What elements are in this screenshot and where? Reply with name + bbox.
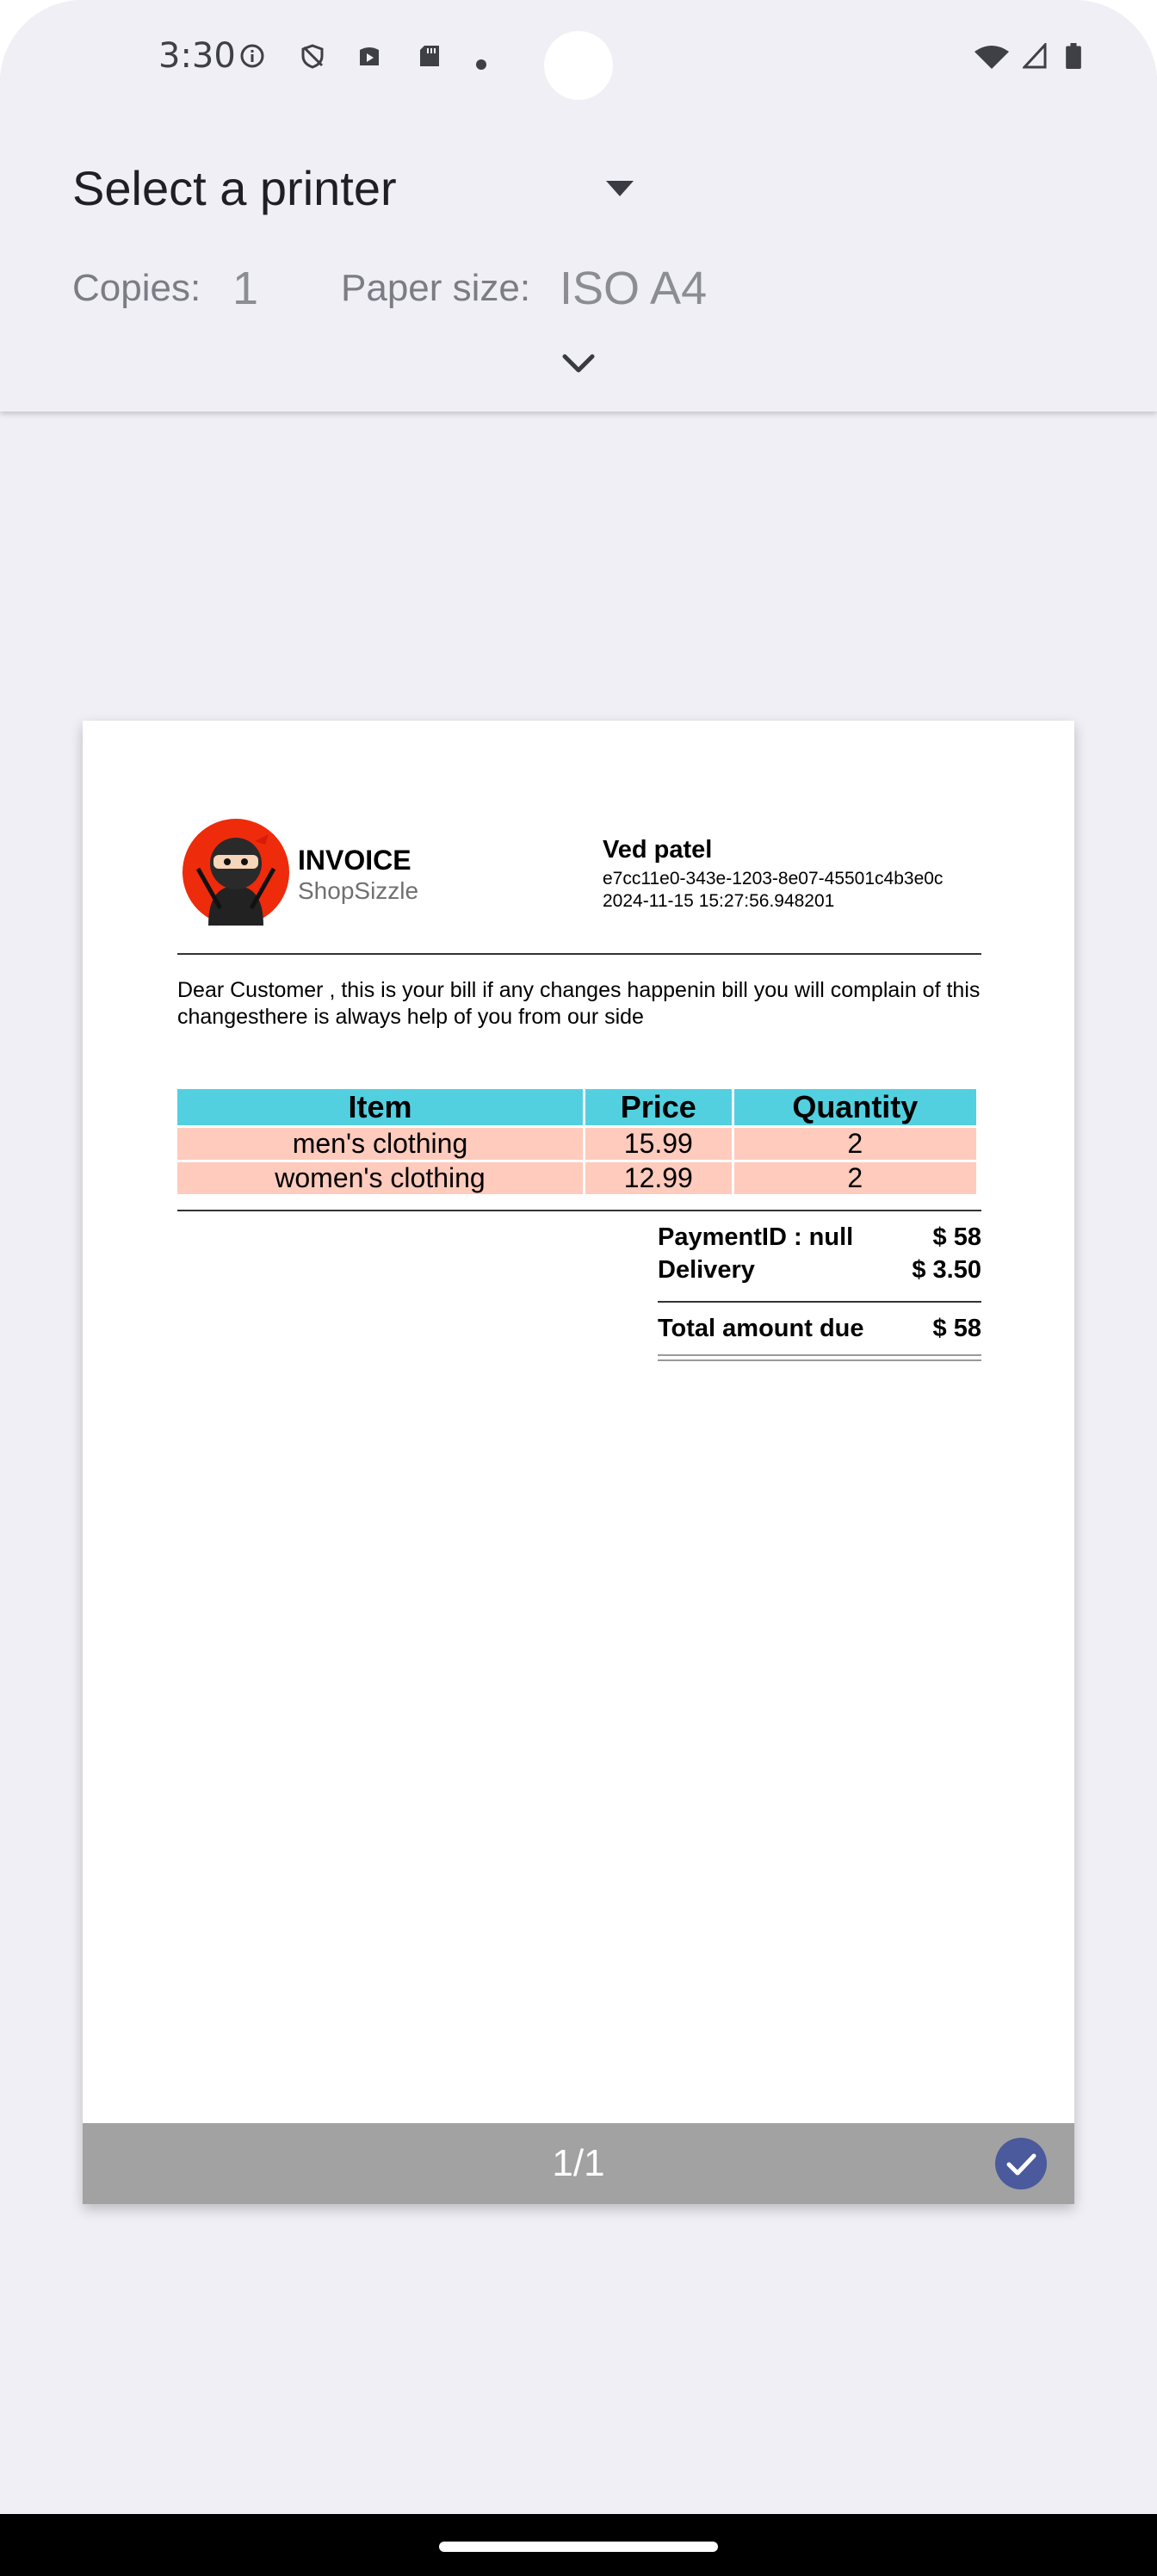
total-value: $ 58 (932, 1315, 981, 1342)
payment-label: PaymentID : null (658, 1223, 854, 1251)
total-label: Total amount due (658, 1315, 864, 1342)
invoice-message: Dear Customer , this is your bill if any… (177, 978, 981, 1029)
camera-cutout (544, 31, 613, 100)
items-table: Item Price Quantity men's clothing 15.99… (175, 1087, 979, 1197)
play-store-icon (360, 47, 379, 65)
brand-name: ShopSizzle (298, 877, 419, 904)
payment-value: $ 58 (932, 1223, 981, 1251)
copies-input[interactable]: 1 (232, 262, 258, 315)
delivery-label: Delivery (658, 1256, 755, 1284)
dropdown-arrow-icon[interactable] (606, 181, 634, 198)
shield-icon (301, 44, 324, 69)
column-header-quantity: Quantity (733, 1089, 976, 1125)
delivery-value: $ 3.50 (912, 1256, 981, 1284)
order-date: 2024-11-15 15:27:56.948201 (603, 891, 835, 911)
page-footer: 1/1 (83, 2123, 1074, 2204)
status-time: 3:30 (158, 36, 236, 76)
divider (658, 1301, 981, 1303)
cell-item: women's clothing (177, 1162, 583, 1194)
divider (658, 1359, 981, 1361)
sd-card-icon (420, 46, 439, 66)
invoice-title: INVOICE (298, 845, 411, 876)
cell-quantity: 2 (733, 1128, 976, 1160)
cell-price: 15.99 (585, 1128, 732, 1160)
page-selected-check-icon[interactable] (995, 2138, 1047, 2189)
column-header-price: Price (585, 1089, 732, 1125)
ninja-logo-icon (183, 819, 289, 926)
order-id: e7cc11e0-343e-1203-8e07-45501c4b3e0c (603, 869, 944, 889)
print-preview-screen: 3:30 Select a printer Copies: 1 Paper si… (0, 0, 1157, 2576)
cell-price: 12.99 (585, 1162, 732, 1194)
paper-size-select[interactable]: ISO A4 (560, 262, 707, 315)
notification-dot-icon (476, 59, 486, 70)
column-header-item: Item (177, 1089, 583, 1125)
divider (658, 1354, 981, 1356)
printer-selector[interactable]: Select a printer (72, 160, 397, 216)
signal-icon (1023, 43, 1047, 69)
table-row: men's clothing 15.99 2 (177, 1128, 976, 1160)
divider (177, 953, 981, 955)
preview-page[interactable]: INVOICE ShopSizzle Ved patel e7cc11e0-34… (83, 721, 1074, 2204)
divider (177, 1210, 981, 1211)
table-header-row: Item Price Quantity (177, 1089, 976, 1125)
paper-size-label: Paper size: (341, 267, 531, 309)
customer-name: Ved patel (603, 836, 713, 864)
chevron-down-icon[interactable] (561, 353, 596, 375)
copies-label: Copies: (72, 267, 201, 309)
info-icon (240, 44, 264, 68)
print-options-panel: 3:30 Select a printer Copies: 1 Paper si… (0, 0, 1157, 412)
cell-item: men's clothing (177, 1128, 583, 1160)
battery-icon (1066, 43, 1081, 69)
cell-quantity: 2 (733, 1162, 976, 1194)
page-indicator: 1/1 (552, 2142, 605, 2184)
wifi-icon (974, 46, 1009, 69)
home-gesture-handle[interactable] (439, 2542, 718, 2552)
table-row: women's clothing 12.99 2 (177, 1162, 976, 1194)
